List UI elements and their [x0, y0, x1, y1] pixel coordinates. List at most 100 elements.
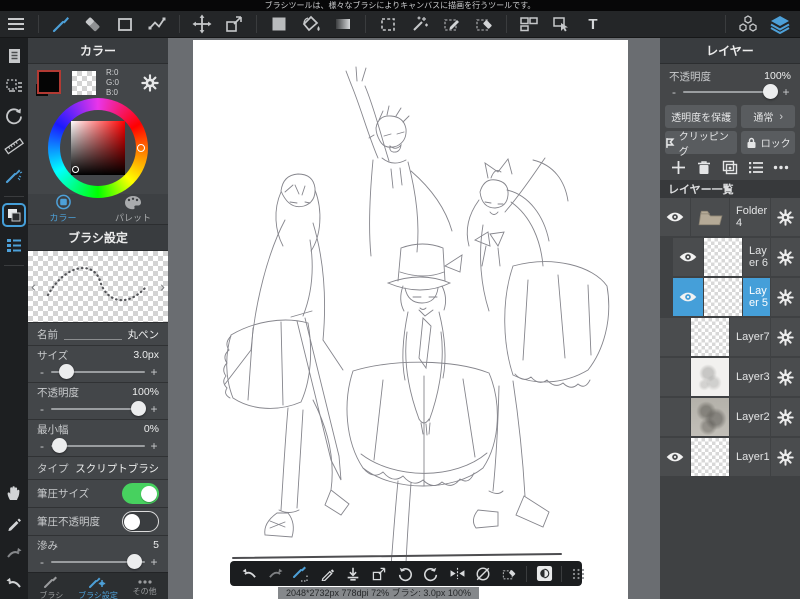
select-eraser-tool-icon[interactable]	[473, 13, 495, 35]
brush-tool-icon[interactable]	[50, 13, 72, 35]
undo-icon[interactable]	[2, 571, 26, 595]
ruler-icon[interactable]	[2, 134, 26, 158]
hand-tool-icon[interactable]	[2, 481, 26, 505]
slider-handle[interactable]	[52, 438, 68, 453]
transform-tool-icon[interactable]	[223, 13, 245, 35]
rotate-reset-icon[interactable]	[473, 564, 493, 584]
more-options-icon[interactable]	[770, 157, 792, 177]
plus-button[interactable]: +	[149, 365, 159, 379]
layer-settings-gear-icon[interactable]	[771, 198, 800, 236]
layer-row-layer7[interactable]: Layer7	[660, 318, 800, 356]
split-view-icon[interactable]	[518, 13, 540, 35]
marquee-select-tool-icon[interactable]	[377, 13, 399, 35]
canvas-area[interactable]: 2048*2732px 778dpi 72% ブラシ: 3.0px 100%	[168, 38, 660, 599]
save-icon[interactable]	[343, 564, 363, 584]
redo-icon[interactable]	[2, 541, 26, 565]
rotate-ccw-icon[interactable]	[395, 564, 415, 584]
move-tool-icon[interactable]	[191, 13, 213, 35]
layer-settings-gear-icon[interactable]	[771, 358, 800, 396]
layer-row-layer3[interactable]: Layer3	[660, 358, 800, 396]
gradient-tool-icon[interactable]	[332, 13, 354, 35]
plus-button[interactable]: +	[149, 555, 159, 569]
pressure-opacity-toggle[interactable]	[122, 511, 159, 532]
foreground-color-swatch[interactable]	[36, 70, 62, 96]
brush-snap-icon[interactable]	[291, 564, 311, 584]
layers-panel-icon[interactable]	[769, 13, 791, 35]
layer-row-layer-6[interactable]: Layer 6	[673, 238, 800, 276]
undo-icon[interactable]	[239, 564, 259, 584]
rotate-cw-icon[interactable]	[421, 564, 441, 584]
plus-button[interactable]: +	[149, 402, 159, 416]
plus-button[interactable]: +	[781, 85, 791, 99]
tab-brush-settings[interactable]: ブラシ設定	[75, 573, 122, 599]
transform-icon[interactable]	[369, 564, 389, 584]
material-list-icon[interactable]	[2, 233, 26, 257]
slider-handle[interactable]	[59, 364, 75, 379]
layer-row-layer2[interactable]: Layer2	[660, 398, 800, 436]
brush-size-slider[interactable]: - +	[37, 364, 159, 382]
layer-row-layer-5[interactable]: Layer 5	[673, 278, 800, 316]
layer-settings-gear-icon[interactable]	[771, 438, 800, 476]
tab-other[interactable]: その他	[121, 573, 168, 599]
layer-visibility-eye-icon[interactable]	[660, 398, 690, 436]
bleed-slider[interactable]: - +	[37, 554, 159, 572]
fill-rect-tool-icon[interactable]	[268, 13, 290, 35]
view-invert-icon[interactable]	[534, 564, 554, 584]
airbrush-icon[interactable]	[2, 164, 26, 188]
plus-button[interactable]: +	[149, 439, 159, 453]
text-tool-icon[interactable]: T	[582, 13, 604, 35]
select-pen-tool-icon[interactable]	[441, 13, 463, 35]
layer-visibility-eye-icon[interactable]	[660, 198, 690, 236]
duplicate-layer-icon[interactable]	[719, 157, 741, 177]
brush-prev-arrow[interactable]: ‹	[31, 278, 36, 295]
brush-type-control[interactable]: タイプ スクリプトブラシ	[28, 457, 168, 480]
drag-handle-icon[interactable]	[569, 564, 589, 584]
layer-settings-gear-icon[interactable]	[771, 278, 800, 316]
layer-visibility-eye-icon[interactable]	[673, 278, 703, 316]
brush-minwidth-slider[interactable]: - +	[37, 438, 159, 456]
color-wheel[interactable]	[48, 98, 148, 198]
shape-tool-icon[interactable]	[114, 13, 136, 35]
eraser-tool-icon[interactable]	[82, 13, 104, 35]
tab-palette[interactable]: パレット	[98, 194, 168, 224]
canvas-page[interactable]	[193, 40, 628, 599]
layer-settings-gear-icon[interactable]	[771, 398, 800, 436]
minus-button[interactable]: -	[37, 365, 47, 379]
blend-mode-button[interactable]: 通常 ›	[741, 105, 795, 128]
layer-visibility-eye-icon[interactable]	[660, 358, 690, 396]
lock-button[interactable]: ロック	[741, 131, 795, 154]
paint-bucket-tool-icon[interactable]	[300, 13, 322, 35]
rotate-canvas-icon[interactable]	[2, 104, 26, 128]
layer-opacity-slider[interactable]: - +	[669, 84, 791, 102]
pressure-size-toggle[interactable]	[122, 483, 159, 504]
hue-indicator[interactable]	[137, 144, 145, 152]
layer-settings-gear-icon[interactable]	[771, 318, 800, 356]
layer-row-folder-4[interactable]: Folder 4	[660, 198, 800, 236]
color-panel-icon[interactable]	[2, 203, 26, 227]
pages-icon[interactable]	[2, 44, 26, 68]
menu-icon[interactable]	[5, 13, 27, 35]
layer-list-view-icon[interactable]	[745, 157, 767, 177]
minus-button[interactable]: -	[669, 85, 679, 99]
saturation-value-square[interactable]	[71, 121, 125, 175]
layer-visibility-eye-icon[interactable]	[660, 438, 690, 476]
sv-indicator[interactable]	[72, 166, 79, 173]
magic-wand-tool-icon[interactable]	[409, 13, 431, 35]
brush-next-arrow[interactable]: ›	[160, 278, 165, 295]
object-select-icon[interactable]	[550, 13, 572, 35]
brush-name-field[interactable]	[64, 328, 122, 340]
transparent-color-swatch[interactable]	[72, 71, 96, 95]
minus-button[interactable]: -	[37, 439, 47, 453]
slider-handle[interactable]	[131, 401, 147, 416]
deselect-icon[interactable]	[499, 564, 519, 584]
layer-row-layer1[interactable]: Layer1	[660, 438, 800, 476]
minus-button[interactable]: -	[37, 555, 47, 569]
layer-settings-gear-icon[interactable]	[771, 238, 800, 276]
material-icon[interactable]	[737, 13, 759, 35]
select-expand-icon[interactable]	[2, 74, 26, 98]
flip-horizontal-icon[interactable]	[447, 564, 467, 584]
slider-handle[interactable]	[763, 84, 779, 99]
add-layer-icon[interactable]	[668, 157, 690, 177]
pen-tool-icon[interactable]	[2, 511, 26, 535]
delete-layer-icon[interactable]	[693, 157, 715, 177]
